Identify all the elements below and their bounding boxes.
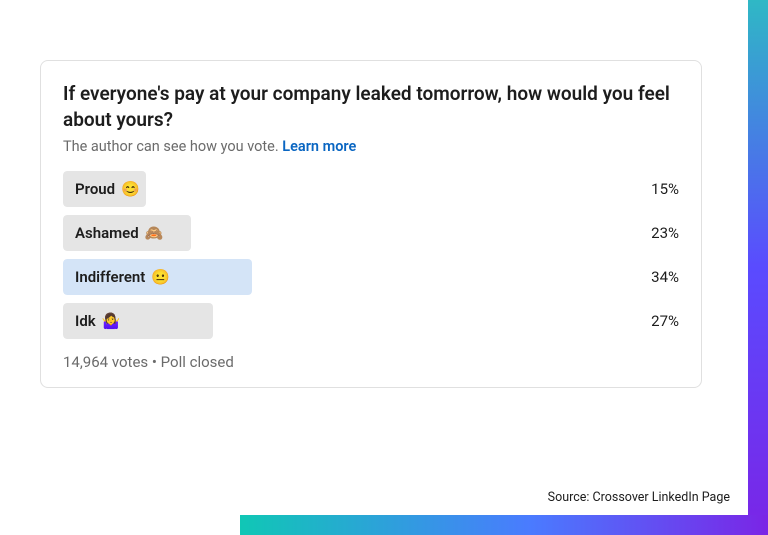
- poll-option-label: Idk 🤷‍♀️: [75, 303, 120, 339]
- poll-card: If everyone's pay at your company leaked…: [40, 60, 702, 388]
- poll-option-text: Ashamed: [75, 224, 139, 242]
- poll-question: If everyone's pay at your company leaked…: [63, 81, 679, 132]
- poll-option-emoji: 🤷‍♀️: [102, 312, 121, 330]
- poll-option-text: Proud: [75, 180, 115, 198]
- poll-bar-track: Proud 😊: [63, 171, 619, 207]
- poll-option-label: Proud 😊: [75, 171, 140, 207]
- poll-option-text: Idk: [75, 312, 96, 330]
- poll-footer: 14,964 votes • Poll closed: [63, 353, 679, 371]
- poll-bar-track: Idk 🤷‍♀️: [63, 303, 619, 339]
- poll-option-percent: 27%: [619, 312, 679, 330]
- poll-disclosure: The author can see how you vote. Learn m…: [63, 138, 679, 155]
- poll-option[interactable]: Idk 🤷‍♀️ 27%: [63, 303, 679, 339]
- poll-options: Proud 😊 15% Ashamed 🙈 23% Indifferent: [63, 171, 679, 339]
- poll-disclosure-text: The author can see how you vote.: [63, 138, 282, 155]
- poll-bar-track: Ashamed 🙈: [63, 215, 619, 251]
- poll-option[interactable]: Ashamed 🙈 23%: [63, 215, 679, 251]
- accent-border-bottom: [240, 515, 768, 535]
- poll-option-label: Indifferent 😐: [75, 259, 170, 295]
- poll-option-emoji: 😐: [151, 268, 170, 286]
- poll-option[interactable]: Proud 😊 15%: [63, 171, 679, 207]
- accent-border-right: [748, 0, 768, 535]
- poll-option-text: Indifferent: [75, 268, 145, 286]
- poll-status: Poll closed: [161, 353, 234, 371]
- poll-option-emoji: 😊: [121, 180, 140, 198]
- poll-votes-count: 14,964 votes: [63, 353, 148, 371]
- poll-option-percent: 15%: [619, 180, 679, 198]
- learn-more-link[interactable]: Learn more: [282, 138, 356, 155]
- footer-separator: •: [148, 353, 161, 371]
- source-line: Source: Crossover LinkedIn Page: [548, 490, 730, 505]
- poll-option-percent: 23%: [619, 224, 679, 242]
- poll-bar-track: Indifferent 😐: [63, 259, 619, 295]
- poll-option[interactable]: Indifferent 😐 34%: [63, 259, 679, 295]
- poll-option-emoji: 🙈: [145, 224, 164, 242]
- poll-option-label: Ashamed 🙈: [75, 215, 163, 251]
- poll-option-percent: 34%: [619, 268, 679, 286]
